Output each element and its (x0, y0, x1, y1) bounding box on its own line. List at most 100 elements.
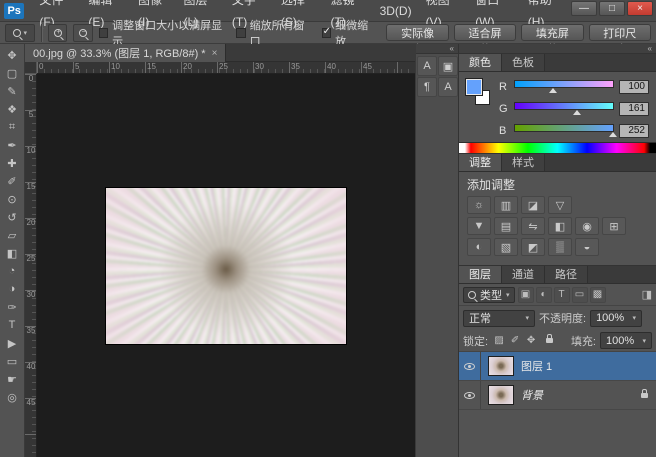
opacity-dropdown[interactable]: 100% ▾ (590, 310, 642, 327)
layer-thumbnail[interactable] (488, 385, 514, 405)
color-spectrum-ramp[interactable] (459, 142, 656, 153)
selective-color-adjustment-icon[interactable]: ◒ (575, 238, 599, 256)
hand-tool[interactable]: ☛ (0, 370, 25, 388)
panel-tab[interactable]: 样式 (502, 154, 545, 171)
channel-slider[interactable] (514, 80, 614, 93)
checkbox-box[interactable] (322, 28, 332, 38)
channel-value[interactable]: 252 (619, 124, 649, 138)
lock-all-icon[interactable] (542, 334, 556, 348)
lock-image-pixels-icon[interactable]: ✐ (508, 334, 522, 348)
filter-shape-layers-icon[interactable]: ▭ (572, 287, 588, 303)
foreground-color-swatch[interactable] (466, 79, 482, 95)
move-tool[interactable]: ✥ (0, 46, 25, 64)
channel-value[interactable]: 100 (619, 80, 649, 94)
pen-tool[interactable]: ✑ (0, 298, 25, 316)
filter-type-layers-icon[interactable]: T (554, 287, 570, 303)
photo-filter-adjustment-icon[interactable]: ◉ (575, 217, 599, 235)
layer-name[interactable]: 背景 (521, 387, 543, 403)
checkbox-box[interactable] (99, 28, 109, 38)
panel-tab[interactable]: 色板 (502, 54, 545, 71)
zoom-preset-button[interactable]: 适合屏幕 (454, 24, 516, 41)
character-panel-icon[interactable]: A (417, 56, 437, 76)
gradient-tool[interactable]: ◧ (0, 244, 25, 262)
color-balance-adjustment-icon[interactable]: ⇋ (521, 217, 545, 235)
horizontal-ruler[interactable]: 051015202530354045 (37, 62, 415, 74)
brush-tool[interactable]: ✐ (0, 172, 25, 190)
shape-tool[interactable]: ▭ (0, 352, 25, 370)
character-styles-panel-icon[interactable]: A (438, 77, 458, 97)
slider-thumb[interactable] (609, 132, 617, 137)
blur-tool[interactable]: ◔ (0, 262, 25, 280)
paragraph-panel-icon[interactable]: ¶ (417, 77, 437, 97)
zoom-tool-preset[interactable]: ▾ (5, 24, 35, 42)
filter-toggle-icon[interactable]: ◨ (642, 288, 652, 301)
channel-slider[interactable] (514, 124, 614, 137)
checkbox-box[interactable] (236, 28, 246, 38)
panel-tab[interactable]: 路径 (545, 266, 588, 283)
exposure-adjustment-icon[interactable]: ▽ (548, 196, 572, 214)
canvas-image[interactable] (106, 188, 346, 344)
channel-mixer-adjustment-icon[interactable]: ⊞ (602, 217, 626, 235)
dodge-tool[interactable]: ◑ (0, 280, 25, 298)
eyedropper-tool[interactable]: ✒ (0, 136, 25, 154)
channel-slider[interactable] (514, 102, 614, 115)
eraser-tool[interactable]: ▱ (0, 226, 25, 244)
blend-mode-dropdown[interactable]: 正常 ▾ (463, 310, 535, 327)
zoom-preset-button[interactable]: 实际像素 (386, 24, 448, 41)
gradient-map-adjustment-icon[interactable]: ▒ (548, 238, 572, 256)
healing-brush-tool[interactable]: ✚ (0, 154, 25, 172)
dock-collapse-header[interactable]: « (459, 44, 656, 54)
zoom-preset-button[interactable]: 打印尺寸 (589, 24, 651, 41)
marquee-tool[interactable]: ▢ (0, 64, 25, 82)
layer-row[interactable]: 图层 1 (459, 352, 656, 381)
levels-adjustment-icon[interactable]: ▥ (494, 196, 518, 214)
path-selection-tool[interactable]: ▶ (0, 334, 25, 352)
type-tool[interactable]: T (0, 316, 25, 334)
brightness-contrast-adjustment-icon[interactable]: ☼ (467, 196, 491, 214)
lock-position-icon[interactable]: ✥ (524, 334, 538, 348)
curves-adjustment-icon[interactable]: ◪ (521, 196, 545, 214)
vertical-ruler[interactable]: 051015202530354045 (25, 74, 37, 457)
hue-saturation-adjustment-icon[interactable]: ▤ (494, 217, 518, 235)
panel-tab[interactable]: 颜色 (459, 54, 502, 71)
lasso-tool[interactable]: ✎ (0, 82, 25, 100)
filter-adjustment-layers-icon[interactable]: ◐ (536, 287, 552, 303)
history-brush-tool[interactable]: ↺ (0, 208, 25, 226)
zoom-tool[interactable]: ◎ (0, 388, 25, 406)
visibility-toggle[interactable] (459, 381, 481, 409)
clone-stamp-tool[interactable]: ⊙ (0, 190, 25, 208)
black-white-adjustment-icon[interactable]: ◧ (548, 217, 572, 235)
layer-row[interactable]: 背景 (459, 381, 656, 410)
tab-close-icon[interactable]: × (212, 48, 218, 59)
panel-tab[interactable]: 图层 (459, 266, 502, 283)
visibility-toggle[interactable] (459, 352, 481, 380)
fill-dropdown[interactable]: 100% ▾ (600, 332, 652, 349)
close-button[interactable]: × (627, 1, 653, 16)
dock-collapse-header[interactable]: « (416, 44, 458, 54)
canvas-pasteboard[interactable] (37, 74, 415, 457)
minimize-button[interactable]: — (571, 1, 597, 16)
filter-pixel-layers-icon[interactable]: ▣ (518, 287, 534, 303)
slider-thumb[interactable] (549, 88, 557, 93)
slider-thumb[interactable] (573, 110, 581, 115)
zoom-in-button[interactable]: + (48, 24, 67, 42)
crop-tool[interactable]: ⌗ (0, 118, 25, 136)
posterize-adjustment-icon[interactable]: ▧ (494, 238, 518, 256)
panel-tab[interactable]: 调整 (459, 154, 502, 171)
threshold-adjustment-icon[interactable]: ◩ (521, 238, 545, 256)
invert-adjustment-icon[interactable]: ◐ (467, 238, 491, 256)
ruler-origin-corner[interactable] (25, 62, 37, 74)
menu-item[interactable]: 3D(D) (373, 0, 419, 22)
layer-thumbnail[interactable] (488, 356, 514, 376)
layer-name[interactable]: 图层 1 (521, 358, 552, 374)
zoom-out-button[interactable]: − (73, 24, 92, 42)
lock-transparent-pixels-icon[interactable]: ▨ (492, 334, 506, 348)
layer-filter-kind-dropdown[interactable]: 类型 ▾ (463, 287, 515, 303)
channel-value[interactable]: 161 (619, 102, 649, 116)
vibrance-adjustment-icon[interactable]: ▼ (467, 217, 491, 235)
panel-tab[interactable]: 通道 (502, 266, 545, 283)
maximize-button[interactable]: □ (599, 1, 625, 16)
filter-smart-objects-icon[interactable]: ▩ (590, 287, 606, 303)
clone-source-panel-icon[interactable]: ▣ (438, 56, 458, 76)
zoom-preset-button[interactable]: 填充屏幕 (521, 24, 583, 41)
